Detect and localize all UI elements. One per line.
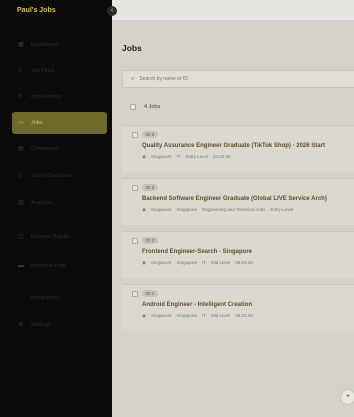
location-icon: ◉ [142, 207, 146, 212]
job-level: Entry Level [185, 154, 208, 159]
location-icon: ◉ [142, 154, 146, 159]
feed-icon: ≡ [18, 68, 22, 74]
sidebar-item-label: Integrations [31, 295, 60, 301]
sidebar-item-companies[interactable]: ▤ Companies [12, 138, 107, 160]
job-meta: ◉ Singapore Singapore IT Mid Level 08.03… [142, 260, 253, 266]
sidebar-item-label: Jobs [31, 120, 43, 126]
job-checkbox[interactable] [132, 291, 138, 297]
sidebar-item-label: Job Feed [31, 68, 54, 74]
job-location-secondary: Singapore [176, 313, 197, 318]
plug-icon: ◦ [18, 295, 21, 301]
sidebar-item-label: Settings [31, 322, 51, 328]
sidebar: Paul's Jobs ▦ Dashboard ≡ Job Feed ✎ App… [0, 0, 112, 417]
briefcase-icon: ▭ [18, 120, 24, 126]
job-id-badge: ID 2 [142, 237, 159, 244]
sidebar-item-label: Companies [31, 146, 59, 152]
bookmark-icon: ◇ [18, 173, 23, 179]
job-id-badge: ID 4 [142, 131, 159, 138]
sidebar-item-job-feed[interactable]: ≡ Job Feed [12, 60, 107, 82]
sidebar-item-label: Analytics [31, 200, 54, 206]
search-bar: ⌕ [122, 70, 354, 88]
job-card[interactable]: ID 1 Android Engineer - Intelligent Crea… [122, 284, 354, 331]
job-type: IT [176, 154, 181, 159]
job-type: IT [202, 313, 206, 318]
add-job-button[interactable]: + [340, 389, 354, 405]
sidebar-item-label: Dashboard [31, 42, 58, 48]
job-level: Mid Level [211, 313, 231, 318]
app-brand: Paul's Jobs [17, 7, 56, 14]
job-title[interactable]: Frontend Engineer-Search - Singapore [142, 249, 252, 255]
sidebar-item-resume-builder[interactable]: ▢ Resume Builder [12, 226, 107, 248]
sidebar-item-integrations[interactable]: ◦ Integrations [12, 287, 107, 309]
grid-icon: ▦ [18, 42, 24, 48]
job-location: Singapore [150, 207, 172, 212]
job-card[interactable]: ID 3 Backend Software Engineer Graduate … [122, 178, 354, 225]
job-location-secondary: Singapore [176, 207, 197, 212]
job-title[interactable]: Backend Software Engineer Graduate (Glob… [142, 196, 327, 202]
sidebar-item-label: Saved Searches [31, 173, 72, 179]
job-card[interactable]: ID 4 Quality Assurance Engineer Graduate… [122, 125, 354, 172]
main-content: Jobs ⌕ 4 Jobs ID 4 Quality Assurance Eng… [112, 0, 354, 417]
sidebar-item-interview-prep[interactable]: ▬ Interview Prep [12, 255, 107, 277]
job-id-badge: ID 1 [142, 290, 159, 297]
job-count: 4 Jobs [144, 104, 161, 110]
job-meta: ◉ Singapore IT Entry Level 24.04.26 [142, 154, 231, 160]
job-type: IT [202, 260, 206, 265]
job-meta: ◉ Singapore Singapore IT Mid Level 08.03… [142, 313, 253, 319]
job-location: Singapore [150, 154, 172, 159]
plus-icon: + [345, 393, 351, 400]
select-all-checkbox[interactable] [130, 104, 136, 110]
job-date: 24.04.26 [212, 154, 231, 159]
job-meta: ◉ Singapore Singapore Engineering and Te… [142, 207, 293, 213]
job-level: Mid Level [211, 260, 231, 265]
job-location: Singapore [150, 313, 172, 318]
sidebar-item-label: Applications [31, 94, 61, 100]
job-date: 08.03.26 [235, 313, 253, 318]
sidebar-item-jobs[interactable]: ▭ Jobs [12, 112, 107, 134]
chart-icon: ▥ [18, 200, 24, 206]
job-date: 08.03.26 [235, 260, 253, 265]
top-bar [112, 0, 354, 20]
location-icon: ◉ [142, 313, 146, 318]
building-icon: ▤ [18, 146, 24, 152]
job-level: Entry Level [270, 207, 293, 212]
sidebar-item-dashboard[interactable]: ▦ Dashboard [12, 34, 107, 56]
job-title[interactable]: Android Engineer - Intelligent Creation [142, 302, 252, 308]
file-icon: ▢ [18, 234, 24, 240]
job-checkbox[interactable] [132, 185, 138, 191]
job-card[interactable]: ID 2 Frontend Engineer-Search - Singapor… [122, 231, 354, 278]
sidebar-item-settings[interactable]: ✲ Settings [12, 314, 107, 336]
select-all-row: 4 Jobs [130, 104, 160, 110]
search-icon: ⌕ [131, 75, 135, 82]
sidebar-item-label: Resume Builder [31, 234, 71, 240]
search-input[interactable] [139, 76, 340, 82]
location-icon: ◉ [142, 260, 146, 265]
chevron-left-icon: ‹ [110, 7, 114, 14]
sidebar-item-label: Interview Prep [31, 263, 67, 269]
edit-icon: ✎ [18, 94, 24, 100]
message-icon: ▬ [18, 263, 24, 269]
job-location: Singapore [150, 260, 172, 265]
gear-icon: ✲ [18, 322, 24, 328]
job-id-badge: ID 3 [142, 184, 159, 191]
job-checkbox[interactable] [132, 132, 138, 138]
sidebar-item-analytics[interactable]: ▥ Analytics [12, 192, 107, 214]
job-title[interactable]: Quality Assurance Engineer Graduate (Tik… [142, 143, 325, 149]
sidebar-item-applications[interactable]: ✎ Applications [12, 86, 107, 108]
job-checkbox[interactable] [132, 238, 138, 244]
sidebar-item-saved-searches[interactable]: ◇ Saved Searches [12, 165, 107, 187]
job-location-secondary: Singapore [176, 260, 197, 265]
collapse-sidebar-button[interactable]: ‹ [107, 6, 117, 16]
job-department: Engineering and Technical Jobs [202, 207, 266, 212]
page-title: Jobs [122, 43, 142, 53]
